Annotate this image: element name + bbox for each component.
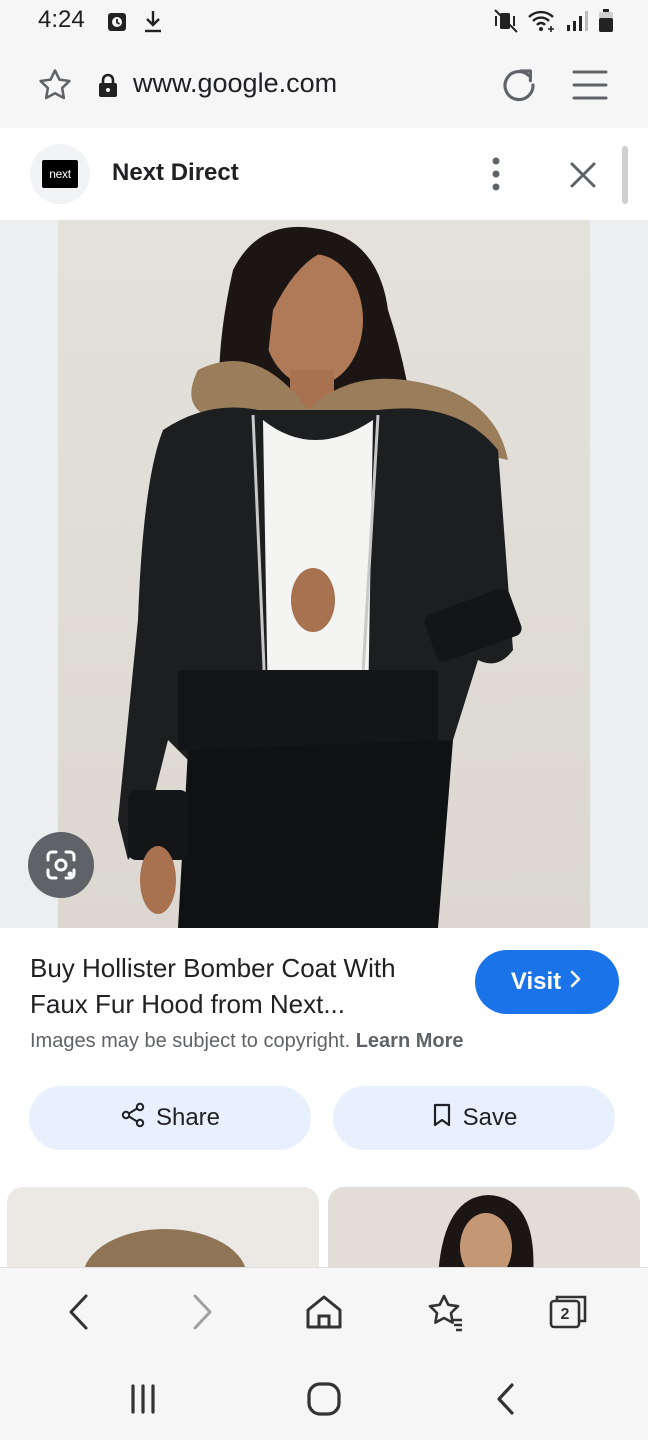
status-right-icons: [494, 8, 614, 39]
share-label: Share: [155, 1104, 221, 1131]
bookmark-icon: [431, 1102, 453, 1135]
home-circle-icon[interactable]: [302, 1377, 346, 1421]
battery-icon: [598, 8, 614, 39]
source-logo-text: next: [42, 160, 78, 188]
status-time: 4:24: [38, 6, 85, 33]
status-left-icons: [106, 8, 164, 39]
copyright-notice: Images may be subject to copyright. Lear…: [30, 1030, 464, 1053]
status-bar: 4:24: [0, 0, 648, 44]
bookmark-star-icon[interactable]: [36, 66, 74, 104]
save-button[interactable]: Save: [333, 1086, 615, 1150]
related-image-thumbnail[interactable]: [328, 1187, 640, 1277]
share-icon: [120, 1102, 146, 1135]
back-arrow-icon[interactable]: [57, 1290, 101, 1334]
source-header: next Next Direct: [0, 128, 648, 220]
mute-vibrate-icon: [494, 8, 518, 39]
clock-alarm-icon: [106, 9, 128, 38]
share-button[interactable]: Share: [29, 1086, 311, 1150]
browser-bottom-toolbar: 2: [0, 1267, 648, 1355]
source-name[interactable]: Next Direct: [112, 159, 239, 187]
image-viewer: [0, 220, 648, 928]
result-title[interactable]: Buy Hollister Bomber Coat With Faux Fur …: [30, 950, 450, 1022]
url-field[interactable]: www.google.com: [133, 68, 337, 99]
scrollbar-thumb[interactable]: [622, 146, 628, 204]
source-logo[interactable]: next: [30, 144, 90, 204]
system-back-icon[interactable]: [484, 1377, 528, 1421]
chevron-right-icon: [569, 968, 583, 996]
related-image-thumbnail[interactable]: [7, 1187, 319, 1277]
browser-menu-icon[interactable]: [570, 66, 610, 104]
copyright-text: Images may be subject to copyright.: [30, 1030, 351, 1052]
close-icon[interactable]: [566, 158, 600, 192]
tabs-icon[interactable]: 2: [546, 1290, 590, 1334]
visit-button[interactable]: Visit: [475, 950, 619, 1014]
bookmarks-icon[interactable]: [424, 1290, 468, 1334]
save-label: Save: [462, 1104, 518, 1131]
system-navigation-bar: [0, 1355, 648, 1440]
signal-icon: [564, 8, 590, 39]
browser-url-bar: www.google.com: [0, 44, 648, 128]
visit-label: Visit: [510, 968, 562, 995]
reload-icon[interactable]: [498, 64, 540, 106]
home-icon[interactable]: [302, 1290, 346, 1334]
lock-icon: [97, 72, 119, 98]
download-icon: [142, 8, 164, 39]
more-options-icon[interactable]: [480, 152, 512, 196]
forward-arrow-icon[interactable]: [180, 1290, 224, 1334]
learn-more-link[interactable]: Learn More: [356, 1030, 464, 1052]
tabs-count: 2: [560, 1306, 570, 1323]
wifi-icon: [526, 8, 556, 39]
product-image[interactable]: [58, 220, 590, 928]
google-lens-icon[interactable]: [28, 832, 94, 898]
recent-apps-icon[interactable]: [121, 1377, 165, 1421]
